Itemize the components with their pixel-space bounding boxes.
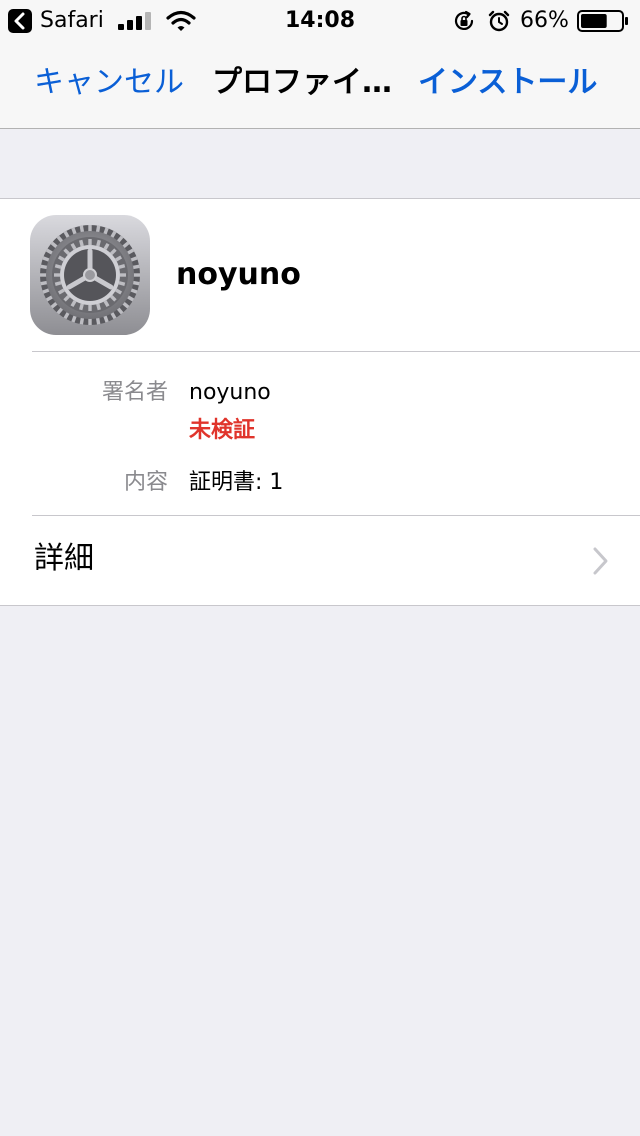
gear-tooth <box>88 318 92 325</box>
gear-tooth <box>54 273 60 277</box>
details-row[interactable]: 詳細 <box>0 516 640 605</box>
contents-value: 証明書: 1 <box>189 470 284 495</box>
gear-tooth <box>120 273 126 277</box>
profile-card: noyuno 署名者 noyuno 未検証 内容 証明書: 1 詳細 <box>0 198 640 606</box>
gear-tooth <box>88 225 92 232</box>
divider <box>32 351 640 352</box>
signer-value: noyuno <box>189 380 271 405</box>
verification-status: 未検証 <box>189 418 256 443</box>
gear-tooth <box>40 273 47 277</box>
rotation-lock-icon <box>454 10 474 30</box>
battery-percent: 66% <box>520 8 569 33</box>
cancel-button[interactable]: キャンセル <box>34 64 184 102</box>
profile-name: noyuno <box>176 257 301 292</box>
alarm-icon <box>488 10 510 32</box>
gear-tooth <box>88 239 92 245</box>
nav-title: プロファイ… <box>212 65 392 100</box>
battery-icon <box>577 10 628 32</box>
install-button[interactable]: インストール <box>418 64 597 102</box>
gear-tooth <box>88 305 92 311</box>
navigation-bar: キャンセル プロファイ… インストール <box>0 40 640 129</box>
details-label: 詳細 <box>34 541 94 576</box>
signer-label: 署名者 <box>101 380 168 405</box>
chevron-right-icon <box>593 547 608 575</box>
gear-tooth <box>133 273 140 277</box>
settings-gear-icon <box>30 215 150 335</box>
status-bar: Safari 14:08 66% <box>0 0 640 40</box>
contents-label: 内容 <box>123 470 168 495</box>
